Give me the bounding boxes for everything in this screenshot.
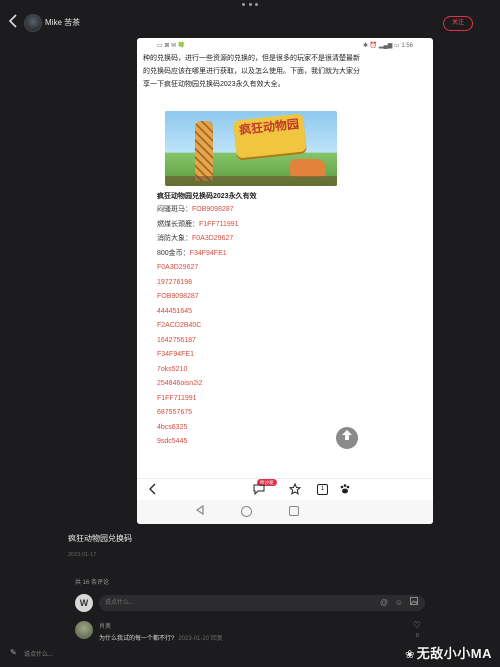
code-value: 7oks5210 <box>157 365 188 373</box>
tabs-count-button[interactable]: 1 <box>317 484 328 495</box>
paw-icon[interactable] <box>339 483 351 498</box>
code-list: 闷骚斑马：FOB9098287 燃煤长颈鹿：F1FF711991 消防大象：F0… <box>157 203 377 450</box>
comment-input[interactable] <box>105 595 365 611</box>
comment-count: 共 16 条评论 <box>75 580 110 586</box>
car-figure <box>290 159 326 177</box>
watermark-icon: ❀ <box>405 649 415 661</box>
comment-meta[interactable]: 2023-01-20 回复 <box>178 636 222 642</box>
top-bar: Mike 苦茶 关注 <box>0 12 500 36</box>
code-value: F0A3D29627 <box>192 235 234 242</box>
list-item: 消防大象：F0A3D29627 <box>157 232 377 247</box>
nav-back-icon[interactable] <box>195 504 205 518</box>
more-dots-icon[interactable] <box>242 3 258 7</box>
list-item: FOB9098287 <box>157 290 377 305</box>
list-item: 800金币：F34F94FE1 <box>157 247 377 262</box>
list-item: 197276198 <box>157 276 377 291</box>
star-icon[interactable] <box>288 482 302 498</box>
nav-home-icon[interactable] <box>241 506 252 517</box>
list-item: 1642756187 <box>157 334 377 349</box>
list-item: 687557675 <box>157 406 377 421</box>
list-item: 444451645 <box>157 305 377 320</box>
codes-heading: 疯狂动物园兑换码2023永久有效 <box>157 193 257 200</box>
code-value: 197276198 <box>157 278 193 286</box>
code-label: 800金币： <box>157 249 190 257</box>
code-value: 687557675 <box>157 409 193 416</box>
code-value: F0A3D29627 <box>157 264 199 271</box>
heart-icon[interactable]: ♡ <box>413 620 421 631</box>
bottom-comment-input[interactable]: 说点什么... <box>24 649 53 658</box>
post-image[interactable]: ▭ ⊠ ✉ 🍀 ✱ ⏰ ▂▄▆ ▭ 1:56 种的兑换码，进行一些资源的兑换的，… <box>137 38 433 524</box>
emoji-icon[interactable]: ☺ <box>394 597 404 609</box>
status-right-icons: ✱ ⏰ ▂▄▆ ▭ 1:56 <box>363 43 413 49</box>
code-value: 9sdc5445 <box>157 438 188 445</box>
comment-body: 为什么我试的每一个都不行? <box>99 636 175 642</box>
banner-logo: 疯狂动物园 <box>233 113 307 159</box>
phone-status-bar: ▭ ⊠ ✉ 🍀 ✱ ⏰ ▂▄▆ ▭ 1:56 <box>137 41 433 51</box>
ground <box>165 176 337 186</box>
scroll-to-top-icon[interactable] <box>336 427 358 449</box>
list-item: 254846oisn2i2 <box>157 377 377 392</box>
code-value: 4bcs6325 <box>157 423 188 431</box>
my-avatar: W <box>75 594 93 612</box>
comment-text: 为什么我试的每一个都不行? 2023-01-20 回复 <box>99 633 223 642</box>
list-item: 闷骚斑马：FOB9098287 <box>157 203 377 218</box>
code-label: 消防大象： <box>157 235 192 242</box>
watermark: ❀ 无敌小小MA <box>405 643 492 662</box>
author-name[interactable]: Mike 苦茶 <box>45 17 80 28</box>
giraffe-figure <box>195 121 213 181</box>
phone-nav-bar <box>137 500 433 524</box>
code-value: F34F94FE1 <box>189 249 227 257</box>
post-title: 疯狂动物园兑换码 <box>68 534 132 543</box>
status-left-icons: ▭ ⊠ ✉ 🍀 <box>157 43 186 49</box>
pen-icon[interactable]: ✎ <box>10 648 17 657</box>
code-value: 444451645 <box>157 307 193 315</box>
post-date: 2023-01-17 <box>68 552 97 558</box>
code-value: FOB9098287 <box>157 293 199 300</box>
browser-toolbar: 抢沙发 1 <box>137 478 433 500</box>
back-arrow-icon[interactable] <box>8 14 22 34</box>
watermark-text: 无敌小小MA <box>416 646 492 661</box>
list-item: F1FF711991 <box>157 392 377 407</box>
list-item: F2ACD2B40C <box>157 319 377 334</box>
article-intro: 种的兑换码，进行一些资源的兑换的，但是很多的玩家不是很清楚最新的兑换码应该在哪里… <box>143 55 360 88</box>
like-count: 0 <box>416 633 419 639</box>
code-value: FOB9098287 <box>192 206 234 213</box>
image-icon[interactable] <box>409 597 419 609</box>
code-value: 1642756187 <box>157 336 196 344</box>
commenter-avatar[interactable] <box>75 621 93 639</box>
code-value: F1FF711991 <box>199 220 239 228</box>
list-item: 7oks5210 <box>157 363 377 378</box>
commenter-name[interactable]: 肖奥 <box>99 621 111 630</box>
code-value: 254846oisn2i2 <box>157 380 203 387</box>
comment-input-box[interactable]: @ ☺ <box>99 595 425 611</box>
follow-button[interactable]: 关注 <box>443 16 473 31</box>
list-item: 燃煤长颈鹿：F1FF711991 <box>157 218 377 233</box>
bottom-bar: ✎ 说点什么... ❀ 无敌小小MA <box>0 643 500 667</box>
list-item: F0A3D29627 <box>157 261 377 276</box>
browser-back-icon[interactable] <box>149 483 157 498</box>
code-value: F2ACD2B40C <box>157 322 202 329</box>
code-label: 闷骚斑马： <box>157 206 192 213</box>
nav-recent-icon[interactable] <box>289 506 299 516</box>
at-icon[interactable]: @ <box>379 597 389 609</box>
game-banner-image: 疯狂动物园 <box>165 111 337 186</box>
comment-icon[interactable] <box>253 483 265 498</box>
code-label: 燃煤长颈鹿： <box>157 220 199 228</box>
author-avatar[interactable] <box>24 14 42 32</box>
code-value: F34F94FE1 <box>157 351 194 358</box>
list-item: F34F94FE1 <box>157 348 377 363</box>
code-value: F1FF711991 <box>157 394 197 402</box>
